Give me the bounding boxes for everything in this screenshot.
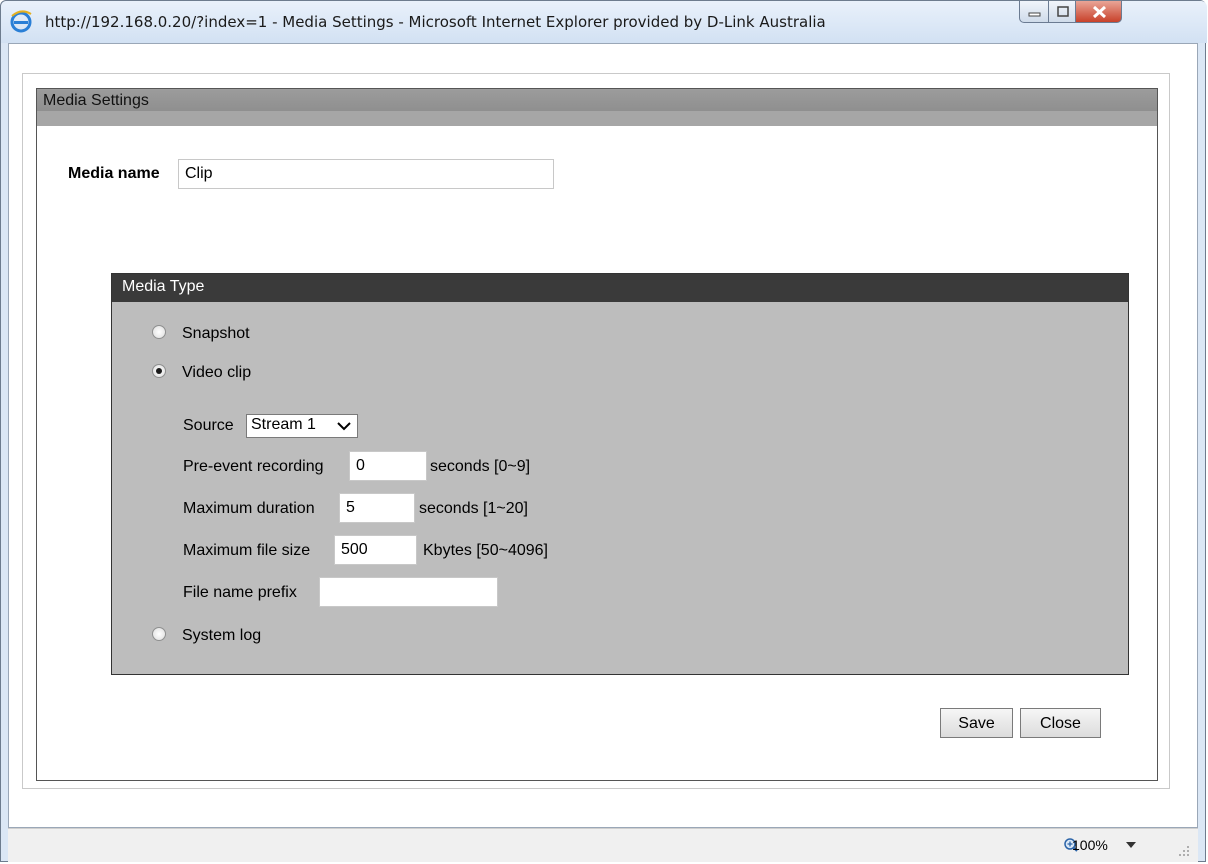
media-settings-panel: Media Settings Media name Media Type Sna…	[36, 88, 1158, 781]
max-duration-unit: seconds [1~20]	[419, 500, 528, 517]
media-type-title: Media Type	[122, 278, 205, 295]
save-button[interactable]: Save	[940, 708, 1013, 738]
chevron-down-icon	[337, 422, 351, 431]
media-type-header: Media Type	[112, 274, 1128, 302]
source-value: Stream 1	[251, 416, 316, 433]
close-icon	[1092, 5, 1107, 19]
minimize-button[interactable]	[1019, 1, 1049, 23]
media-type-box: Media Type Snapshot Video clip Source St…	[111, 273, 1129, 675]
file-prefix-label: File name prefix	[183, 584, 297, 601]
video-clip-label: Video clip	[182, 364, 252, 381]
status-bar: 100%	[8, 828, 1198, 862]
maximize-button[interactable]	[1048, 1, 1076, 23]
minimize-icon	[1028, 12, 1041, 17]
resize-grip-icon[interactable]	[1178, 845, 1190, 857]
max-file-size-unit: Kbytes [50~4096]	[423, 542, 548, 559]
system-log-label: System log	[182, 627, 262, 644]
snapshot-label: Snapshot	[182, 325, 250, 342]
window-title: http://192.168.0.20/?index=1 - Media Set…	[45, 13, 826, 31]
max-duration-input[interactable]	[339, 493, 415, 523]
video-clip-radio[interactable]	[152, 364, 166, 378]
max-duration-label: Maximum duration	[183, 500, 315, 517]
panel-header: Media Settings	[37, 89, 1157, 126]
media-name-input[interactable]	[178, 159, 554, 189]
maximize-icon	[1057, 6, 1069, 17]
zoom-level[interactable]: 100%	[1072, 837, 1108, 853]
pre-event-unit: seconds [0~9]	[430, 458, 531, 475]
source-select[interactable]: Stream 1	[246, 414, 358, 438]
media-name-label: Media name	[68, 165, 160, 182]
title-bar: http://192.168.0.20/?index=1 - Media Set…	[1, 1, 1207, 43]
browser-window: http://192.168.0.20/?index=1 - Media Set…	[0, 0, 1207, 862]
ie-logo-icon	[10, 10, 32, 33]
file-prefix-input[interactable]	[319, 577, 498, 607]
page-content: Media Settings Media name Media Type Sna…	[8, 43, 1198, 828]
close-window-button[interactable]	[1075, 1, 1122, 23]
max-file-size-label: Maximum file size	[183, 542, 311, 559]
pre-event-label: Pre-event recording	[183, 458, 324, 475]
system-log-radio[interactable]	[152, 627, 166, 641]
pre-event-input[interactable]	[349, 451, 427, 481]
source-label: Source	[183, 417, 234, 434]
close-button[interactable]: Close	[1020, 708, 1101, 738]
panel-title: Media Settings	[43, 92, 149, 109]
max-file-size-input[interactable]	[334, 535, 417, 565]
snapshot-radio[interactable]	[152, 325, 166, 339]
zoom-dropdown-icon[interactable]	[1126, 842, 1136, 848]
